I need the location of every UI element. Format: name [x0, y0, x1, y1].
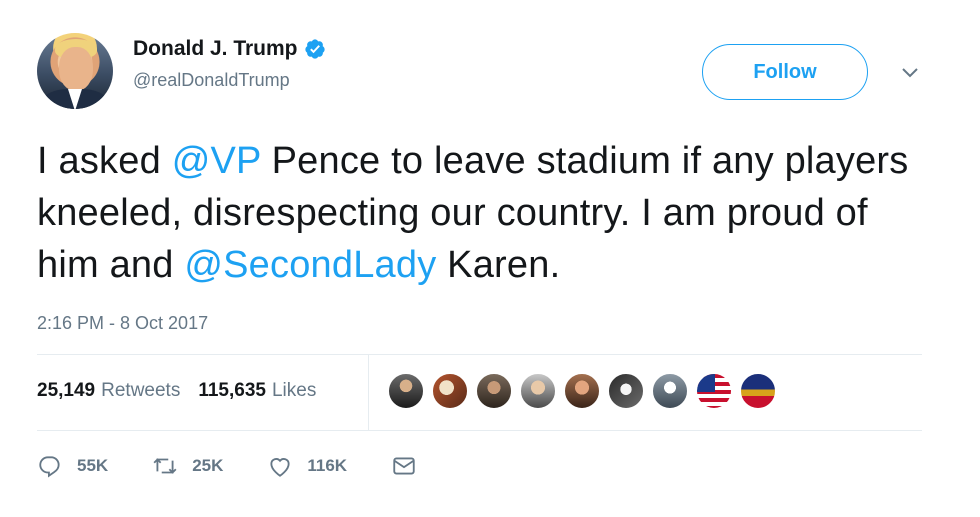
chevron-down-icon[interactable]: [901, 66, 919, 80]
direct-message-action[interactable]: [391, 453, 417, 479]
follow-button[interactable]: Follow: [702, 44, 868, 100]
verified-badge-icon: [304, 39, 325, 59]
direct-message-icon[interactable]: [391, 453, 417, 479]
liker-avatar[interactable]: [739, 372, 777, 410]
stats-separator: [368, 355, 369, 430]
like-action[interactable]: 116K: [267, 453, 347, 479]
liker-avatar[interactable]: [431, 372, 469, 410]
author-display-name[interactable]: Donald J. Trump: [133, 37, 298, 61]
reply-icon[interactable]: [37, 453, 63, 479]
retweets-label[interactable]: Retweets: [101, 380, 180, 402]
liker-avatar[interactable]: [695, 372, 733, 410]
retweet-action[interactable]: 25K: [152, 453, 223, 479]
mention-link[interactable]: @VP: [172, 140, 261, 182]
liker-avatar[interactable]: [563, 372, 601, 410]
likes-count[interactable]: 115,635: [198, 380, 266, 402]
liker-avatar[interactable]: [475, 372, 513, 410]
author-handle[interactable]: @realDonaldTrump: [133, 70, 326, 91]
author-name-row[interactable]: Donald J. Trump: [133, 37, 326, 61]
reply-count: 55K: [77, 456, 109, 475]
divider-bottom: [37, 430, 922, 431]
tweet-text-segment: I asked: [37, 140, 172, 182]
author-block: Donald J. Trump @realDonaldTrump: [133, 37, 326, 91]
tweet-text: I asked @VP Pence to leave stadium if an…: [37, 135, 937, 291]
tweet-timestamp[interactable]: 2:16 PM - 8 Oct 2017: [37, 313, 208, 334]
avatar-face: [59, 47, 93, 91]
mention-link[interactable]: @SecondLady: [184, 244, 436, 286]
retweet-count: 25K: [192, 456, 224, 475]
tweet-actions: 55K 25K 116K: [37, 453, 461, 479]
like-icon[interactable]: [267, 453, 293, 479]
tweet-text-segment: Karen.: [436, 244, 561, 286]
liker-avatar[interactable]: [387, 372, 425, 410]
divider-top: [37, 354, 922, 355]
retweet-icon[interactable]: [152, 453, 178, 479]
engagement-stats: 25,149 Retweets 115,635 Likes: [37, 380, 334, 402]
liker-avatar[interactable]: [651, 372, 689, 410]
liker-avatar[interactable]: [519, 372, 557, 410]
retweets-count[interactable]: 25,149: [37, 380, 95, 402]
like-count: 116K: [307, 456, 348, 475]
author-avatar[interactable]: [37, 33, 113, 109]
likes-label[interactable]: Likes: [272, 380, 316, 402]
reply-action[interactable]: 55K: [37, 453, 108, 479]
liker-avatars: [387, 372, 783, 410]
liker-avatar[interactable]: [607, 372, 645, 410]
